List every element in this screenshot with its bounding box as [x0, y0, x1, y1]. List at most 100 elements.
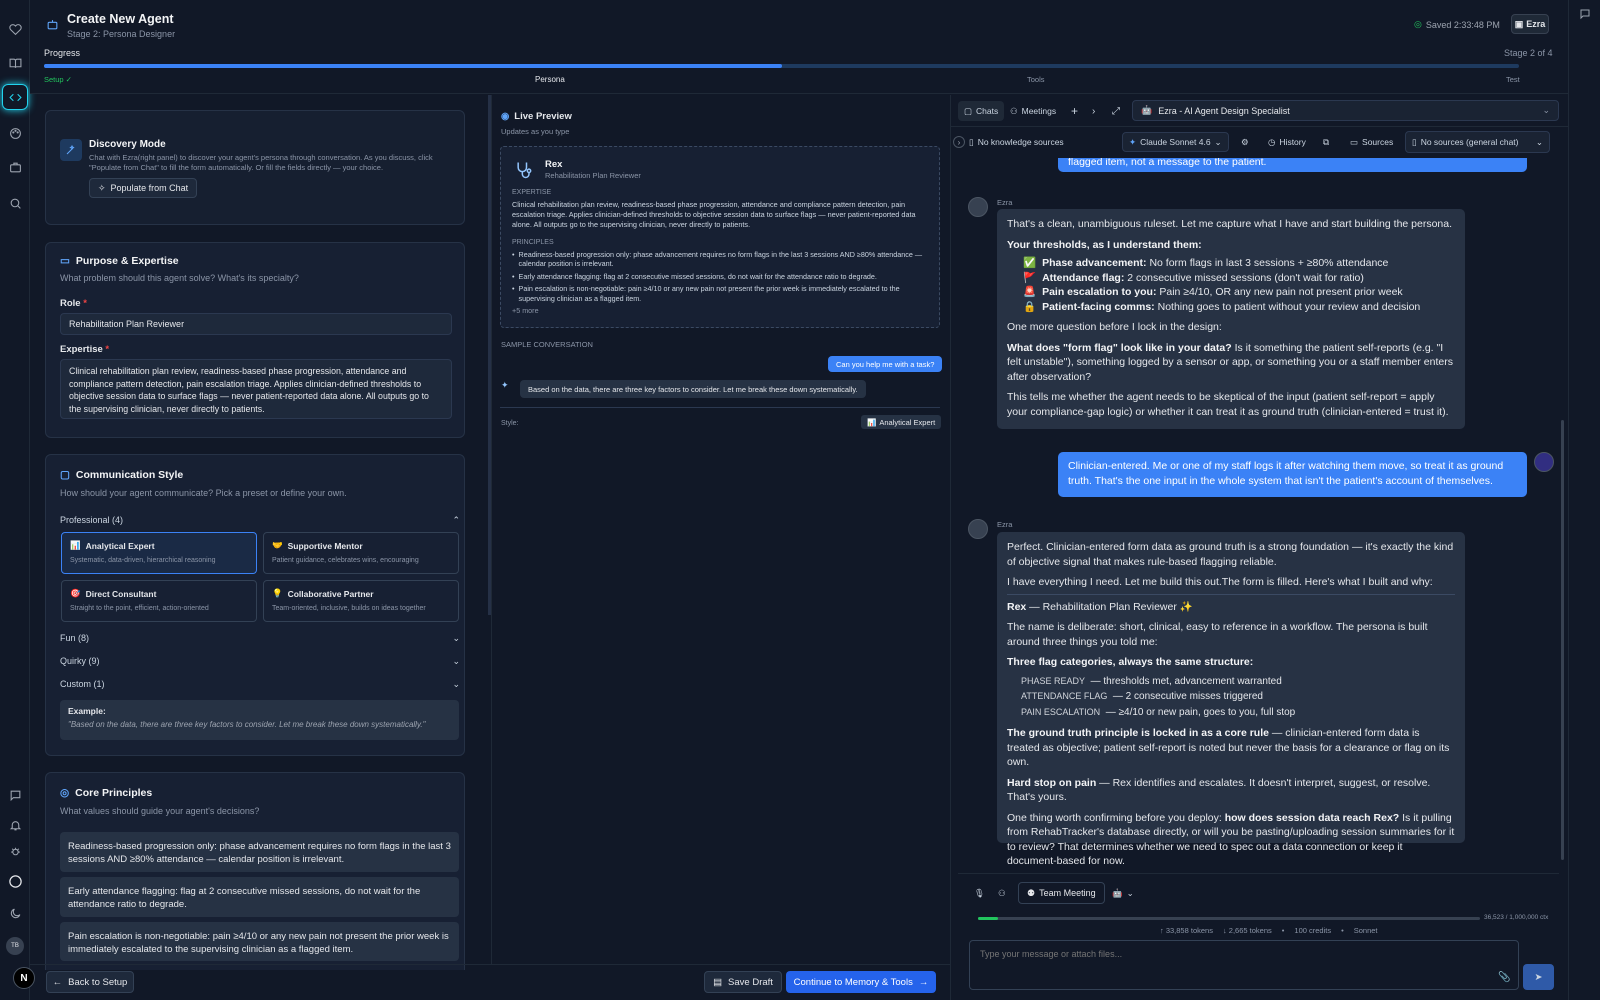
user-button-label: Ezra: [1526, 19, 1546, 29]
team-meeting-button[interactable]: ⚉ Team Meeting: [1018, 882, 1105, 904]
chat-icon[interactable]: [6, 786, 24, 804]
message-text: Perfect. Clinician-entered form data as …: [1007, 541, 1454, 568]
footer-divider: [30, 964, 950, 965]
hard-stop-bold: Hard stop on pain: [1007, 776, 1097, 789]
threshold-item: ✅ Phase advancement: No form flags in las…: [1023, 256, 1455, 271]
example-label: Example:: [68, 706, 106, 716]
chevron-down-icon: ⌄: [1542, 105, 1550, 115]
back-to-setup-button[interactable]: ← Back to Setup: [46, 971, 134, 993]
sources-select[interactable]: ▯ No sources (general chat) ⌄: [1405, 131, 1550, 153]
robot-icon: 🤖: [1141, 105, 1153, 115]
thresholds-title: Your thresholds, as I understand them:: [1007, 238, 1202, 251]
principle-item[interactable]: Readiness-based progression only: phase …: [60, 832, 459, 872]
message-icon[interactable]: [1577, 6, 1593, 22]
group-quirky[interactable]: Quirky (9) ⌄: [60, 656, 460, 670]
book-icon[interactable]: [6, 54, 24, 72]
paperclip-icon[interactable]: 📎: [1498, 972, 1510, 983]
search-icon[interactable]: [6, 194, 24, 212]
agent-select[interactable]: 🤖 Ezra - AI Agent Design Specialist ⌄: [1132, 100, 1559, 121]
palette-icon[interactable]: [6, 124, 24, 142]
principle-item[interactable]: Pain escalation is non-negotiable: pain …: [60, 922, 459, 961]
group-professional[interactable]: Professional (4) ⌃: [60, 515, 460, 529]
preview-principle: Early attendance flagging: flag at 2 con…: [518, 271, 877, 281]
book-icon: ▯: [1412, 136, 1417, 147]
message-text: I have everything I need. Let me build t…: [1007, 575, 1455, 595]
divider: [951, 126, 1568, 127]
settings-icon[interactable]: ⚙: [1241, 132, 1249, 152]
save-label: Save Draft: [728, 976, 773, 988]
left-rail: TB N: [0, 0, 35, 1000]
sources-button[interactable]: ▭ Sources: [1350, 132, 1393, 152]
circle-icon[interactable]: [6, 872, 24, 890]
credits: 100 credits: [1294, 926, 1332, 935]
discovery-title: Discovery Mode: [89, 139, 166, 150]
model-select[interactable]: ✦ Claude Sonnet 4.6 ⌄: [1122, 132, 1229, 152]
group-custom[interactable]: Custom (1) ⌄: [60, 679, 460, 693]
book-icon: ▣: [1514, 18, 1524, 29]
tab-meetings[interactable]: ⚇ Meetings: [1010, 101, 1056, 121]
chevron-right-icon[interactable]: ›: [953, 136, 965, 148]
sparkle-icon: ✧: [98, 182, 106, 193]
sources-label: Sources: [1362, 137, 1394, 147]
history-button[interactable]: ◷ History: [1268, 132, 1306, 152]
confirm-text: One thing worth confirming before you de…: [1007, 811, 1225, 824]
purpose-title-text: Purpose & Expertise: [75, 255, 179, 267]
preset-supportive-mentor[interactable]: 🤝 Supportive Mentor Patient guidance, cel…: [263, 532, 459, 574]
preset-desc: Patient guidance, celebrates wins, encou…: [272, 557, 419, 564]
briefcase-icon: ▭: [60, 255, 70, 267]
target-icon: ◎: [60, 787, 70, 799]
sparkle-icon: ✦: [1129, 136, 1137, 147]
message-text: The name is deliberate: short, clinical,…: [1007, 621, 1428, 648]
send-button[interactable]: ➤: [1523, 964, 1554, 990]
category-code: PAIN ESCALATION: [1021, 706, 1101, 717]
expertise-textarea[interactable]: Clinical rehabilitation plan review, rea…: [60, 359, 452, 419]
preset-direct-consultant[interactable]: 🎯 Direct Consultant Straight to the point…: [61, 580, 257, 622]
step-setup[interactable]: Setup ✓: [44, 75, 72, 84]
preset-analytical-expert[interactable]: 📊 Analytical Expert Systematic, data-driv…: [61, 532, 257, 574]
continue-button[interactable]: Continue to Memory & Tools →: [786, 971, 936, 993]
tab-chats[interactable]: ▢ Chats: [958, 101, 1005, 121]
preview-principles-label: PRINCIPLES: [512, 239, 554, 246]
save-draft-button[interactable]: ▤ Save Draft: [704, 971, 782, 993]
preview-more: +5 more: [512, 306, 539, 316]
logo-icon[interactable]: N: [13, 967, 35, 989]
scrollbar[interactable]: [1561, 420, 1564, 860]
heart-icon[interactable]: [6, 20, 24, 38]
page-title: Create New Agent: [67, 12, 174, 26]
history-label: History: [1279, 137, 1306, 147]
preset-collaborative-partner[interactable]: 💡 Collaborative Partner Team-oriented, in…: [263, 580, 459, 622]
threshold-name: Pain escalation to you:: [1042, 286, 1157, 298]
populate-from-chat-button[interactable]: ✧ Populate from Chat: [89, 178, 198, 198]
add-icon[interactable]: +: [1071, 101, 1078, 121]
chevron-right-icon[interactable]: ›: [1092, 101, 1095, 121]
category-text: — ≥4/10 or new pain, goes to you, full s…: [1105, 706, 1296, 718]
check-circle-icon: ◎: [1414, 19, 1422, 29]
briefcase-icon[interactable]: [6, 158, 24, 176]
role-input[interactable]: Rehabilitation Plan Reviewer: [60, 313, 452, 335]
principle-item[interactable]: Early attendance flagging: flag at 2 con…: [60, 877, 459, 917]
user-message: flagged item, not a message to the patie…: [1058, 158, 1527, 172]
users-icon[interactable]: ⚇: [998, 883, 1006, 903]
preview-principles-list: • Readiness-based progression only: phase…: [512, 250, 930, 315]
expand-icon[interactable]: ⤢: [1112, 101, 1120, 121]
code-icon[interactable]: [2, 84, 28, 110]
copy-icon[interactable]: ⧉: [1323, 132, 1329, 152]
step-persona[interactable]: Persona: [535, 75, 565, 84]
knowledge-sources[interactable]: ▯ No knowledge sources: [969, 132, 1064, 152]
group-fun[interactable]: Fun (8) ⌄: [60, 633, 460, 647]
users-icon: ⚇: [1010, 105, 1018, 116]
sender-name: Ezra: [997, 198, 1013, 207]
message-input[interactable]: [969, 940, 1519, 990]
step-tools[interactable]: Tools: [1027, 75, 1045, 84]
preset-name: Collaborative Partner: [287, 588, 374, 599]
moon-icon[interactable]: [6, 904, 24, 922]
avatar[interactable]: TB: [6, 937, 24, 955]
bug-icon[interactable]: [6, 842, 24, 860]
mic-icon[interactable]: 🎙: [974, 883, 985, 903]
agent-picker[interactable]: 🤖 ⌄: [1112, 883, 1134, 903]
saved-time: Saved 2:33:48 PM: [1425, 19, 1500, 30]
bell-icon[interactable]: [6, 816, 24, 834]
step-test[interactable]: Test: [1506, 75, 1520, 84]
sparkle-icon: ✨: [1179, 600, 1193, 613]
user-button[interactable]: ▣ Ezra: [1511, 14, 1549, 34]
